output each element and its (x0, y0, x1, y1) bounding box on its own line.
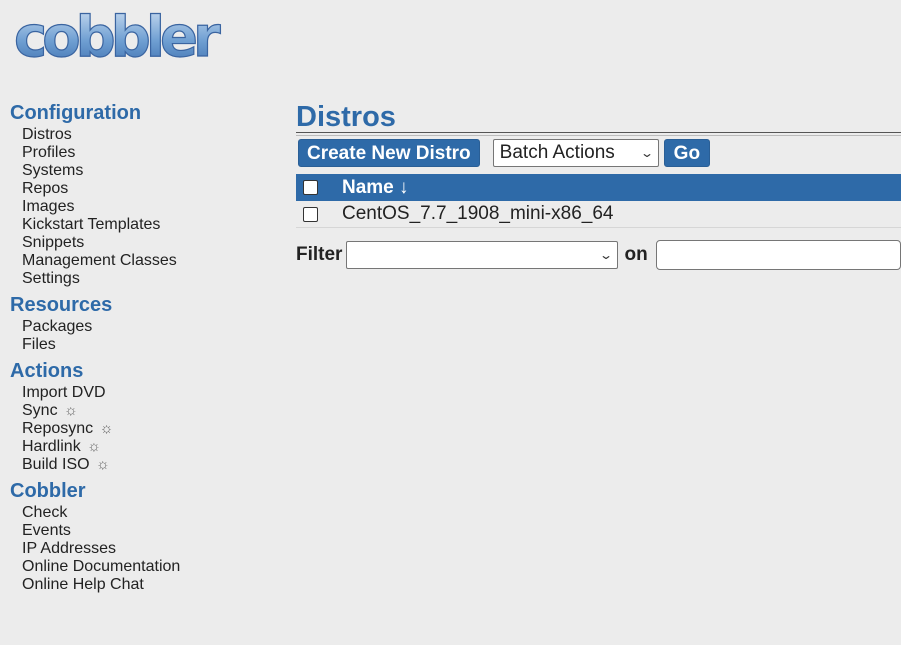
filter-label: Filter (296, 244, 343, 265)
sidebar-item-files[interactable]: Files (22, 336, 270, 354)
sidebar-item-settings[interactable]: Settings (22, 270, 270, 288)
sidebar-item-label: Profiles (22, 144, 76, 161)
sidebar-item-profiles[interactable]: Profiles (22, 144, 270, 162)
background-task-icon: ☼ (64, 402, 78, 419)
sidebar-item-label: Packages (22, 318, 93, 335)
svg-text:cobbler: cobbler (14, 5, 221, 70)
background-task-icon: ☼ (87, 438, 101, 455)
sidebar-item-label: Online Help Chat (22, 576, 144, 593)
sidebar-item-label: Distros (22, 126, 72, 143)
batch-actions-select[interactable]: Batch Actions ⌄ (492, 139, 659, 167)
sidebar-section-resources: Resources Packages Files (10, 292, 270, 354)
main-content: Distros Create New Distro Batch Actions … (296, 100, 901, 270)
sidebar-section-configuration: Configuration Distros Profiles Systems Repos… (10, 100, 270, 288)
go-button[interactable]: Go (663, 139, 711, 167)
cobbler-logo: cobbler cobbler (12, 4, 238, 84)
chevron-down-icon: ⌄ (599, 248, 614, 262)
sidebar-heading: Resources (10, 294, 113, 316)
sidebar-item-build-iso[interactable]: Build ISO ☼ (22, 456, 270, 474)
distro-name-link[interactable]: CentOS_7.7_1908_mini-x86_64 (342, 203, 613, 225)
sidebar-item-packages[interactable]: Packages (22, 318, 270, 336)
page-title: Distros (296, 101, 396, 133)
sidebar-item-label: Check (22, 504, 68, 521)
sidebar-item-label: Repos (22, 180, 69, 197)
sidebar-item-label: Kickstart Templates (22, 216, 161, 233)
sidebar-item-label: Sync (22, 402, 58, 419)
table-header: Name ↓ (296, 174, 901, 201)
create-new-distro-button[interactable]: Create New Distro (298, 139, 480, 167)
chevron-down-icon: ⌄ (639, 146, 654, 160)
row-checkbox[interactable] (303, 206, 318, 222)
select-all-checkbox[interactable] (303, 180, 318, 195)
sidebar-item-check[interactable]: Check (22, 504, 270, 522)
sidebar-item-label: Events (22, 522, 71, 539)
sidebar-item-label: Files (22, 336, 56, 353)
filter-on-label: on (624, 244, 648, 265)
batch-actions-value: Batch Actions (499, 142, 615, 163)
sidebar-item-repos[interactable]: Repos (22, 180, 270, 198)
background-task-icon: ☼ (96, 456, 110, 473)
sidebar-item-label: Online Documentation (22, 558, 181, 575)
sidebar-item-label: Import DVD (22, 384, 106, 401)
sidebar-item-reposync[interactable]: Reposync ☼ (22, 420, 270, 438)
sidebar-heading: Configuration (10, 102, 142, 124)
sidebar-item-online-documentation[interactable]: Online Documentation (22, 558, 270, 576)
filter-field-select[interactable]: ⌄ (346, 241, 619, 269)
sidebar-item-hardlink[interactable]: Hardlink ☼ (22, 438, 270, 456)
sidebar-item-systems[interactable]: Systems (22, 162, 270, 180)
sidebar-item-images[interactable]: Images (22, 198, 270, 216)
name-column-header[interactable]: Name ↓ (342, 177, 409, 199)
sidebar-item-online-help-chat[interactable]: Online Help Chat (22, 576, 270, 594)
svg-text:cobbler: cobbler (14, 78, 221, 84)
sidebar-item-management-classes[interactable]: Management Classes (22, 252, 270, 270)
sidebar-item-import-dvd[interactable]: Import DVD (22, 384, 270, 402)
sidebar-section-cobbler: Cobbler Check Events IP Addresses Online Doc… (10, 478, 270, 594)
sidebar-item-label: Settings (22, 270, 80, 287)
sidebar-item-events[interactable]: Events (22, 522, 270, 540)
toolbar: Create New Distro Batch Actions ⌄ Go (296, 138, 901, 168)
sidebar-item-label: Management Classes (22, 252, 177, 269)
table-row: CentOS_7.7_1908_mini-x86_64 (296, 201, 901, 228)
sidebar-item-label: Build ISO (22, 456, 90, 473)
sidebar-item-snippets[interactable]: Snippets (22, 234, 270, 252)
filter-value-input[interactable] (655, 240, 901, 270)
sidebar-item-sync[interactable]: Sync ☼ (22, 402, 270, 420)
sidebar-item-label: Images (22, 198, 75, 215)
filter-bar: Filter ⌄ on (296, 240, 901, 270)
sidebar-heading: Cobbler (10, 480, 86, 502)
sidebar-item-label: Systems (22, 162, 84, 179)
sidebar-item-label: Reposync (22, 420, 94, 437)
sidebar-item-label: IP Addresses (22, 540, 116, 557)
sidebar: Configuration Distros Profiles Systems Repos… (10, 100, 270, 598)
sidebar-section-actions: Actions Import DVD Sync ☼ Reposync ☼ Hardlin… (10, 358, 270, 474)
sidebar-item-kickstart-templates[interactable]: Kickstart Templates (22, 216, 270, 234)
background-task-icon: ☼ (99, 420, 114, 437)
sidebar-item-label: Snippets (22, 234, 85, 251)
sidebar-item-label: Hardlink (22, 438, 81, 455)
sidebar-item-ip-addresses[interactable]: IP Addresses (22, 540, 270, 558)
sidebar-heading: Actions (10, 360, 84, 382)
sidebar-item-distros[interactable]: Distros (22, 126, 270, 144)
